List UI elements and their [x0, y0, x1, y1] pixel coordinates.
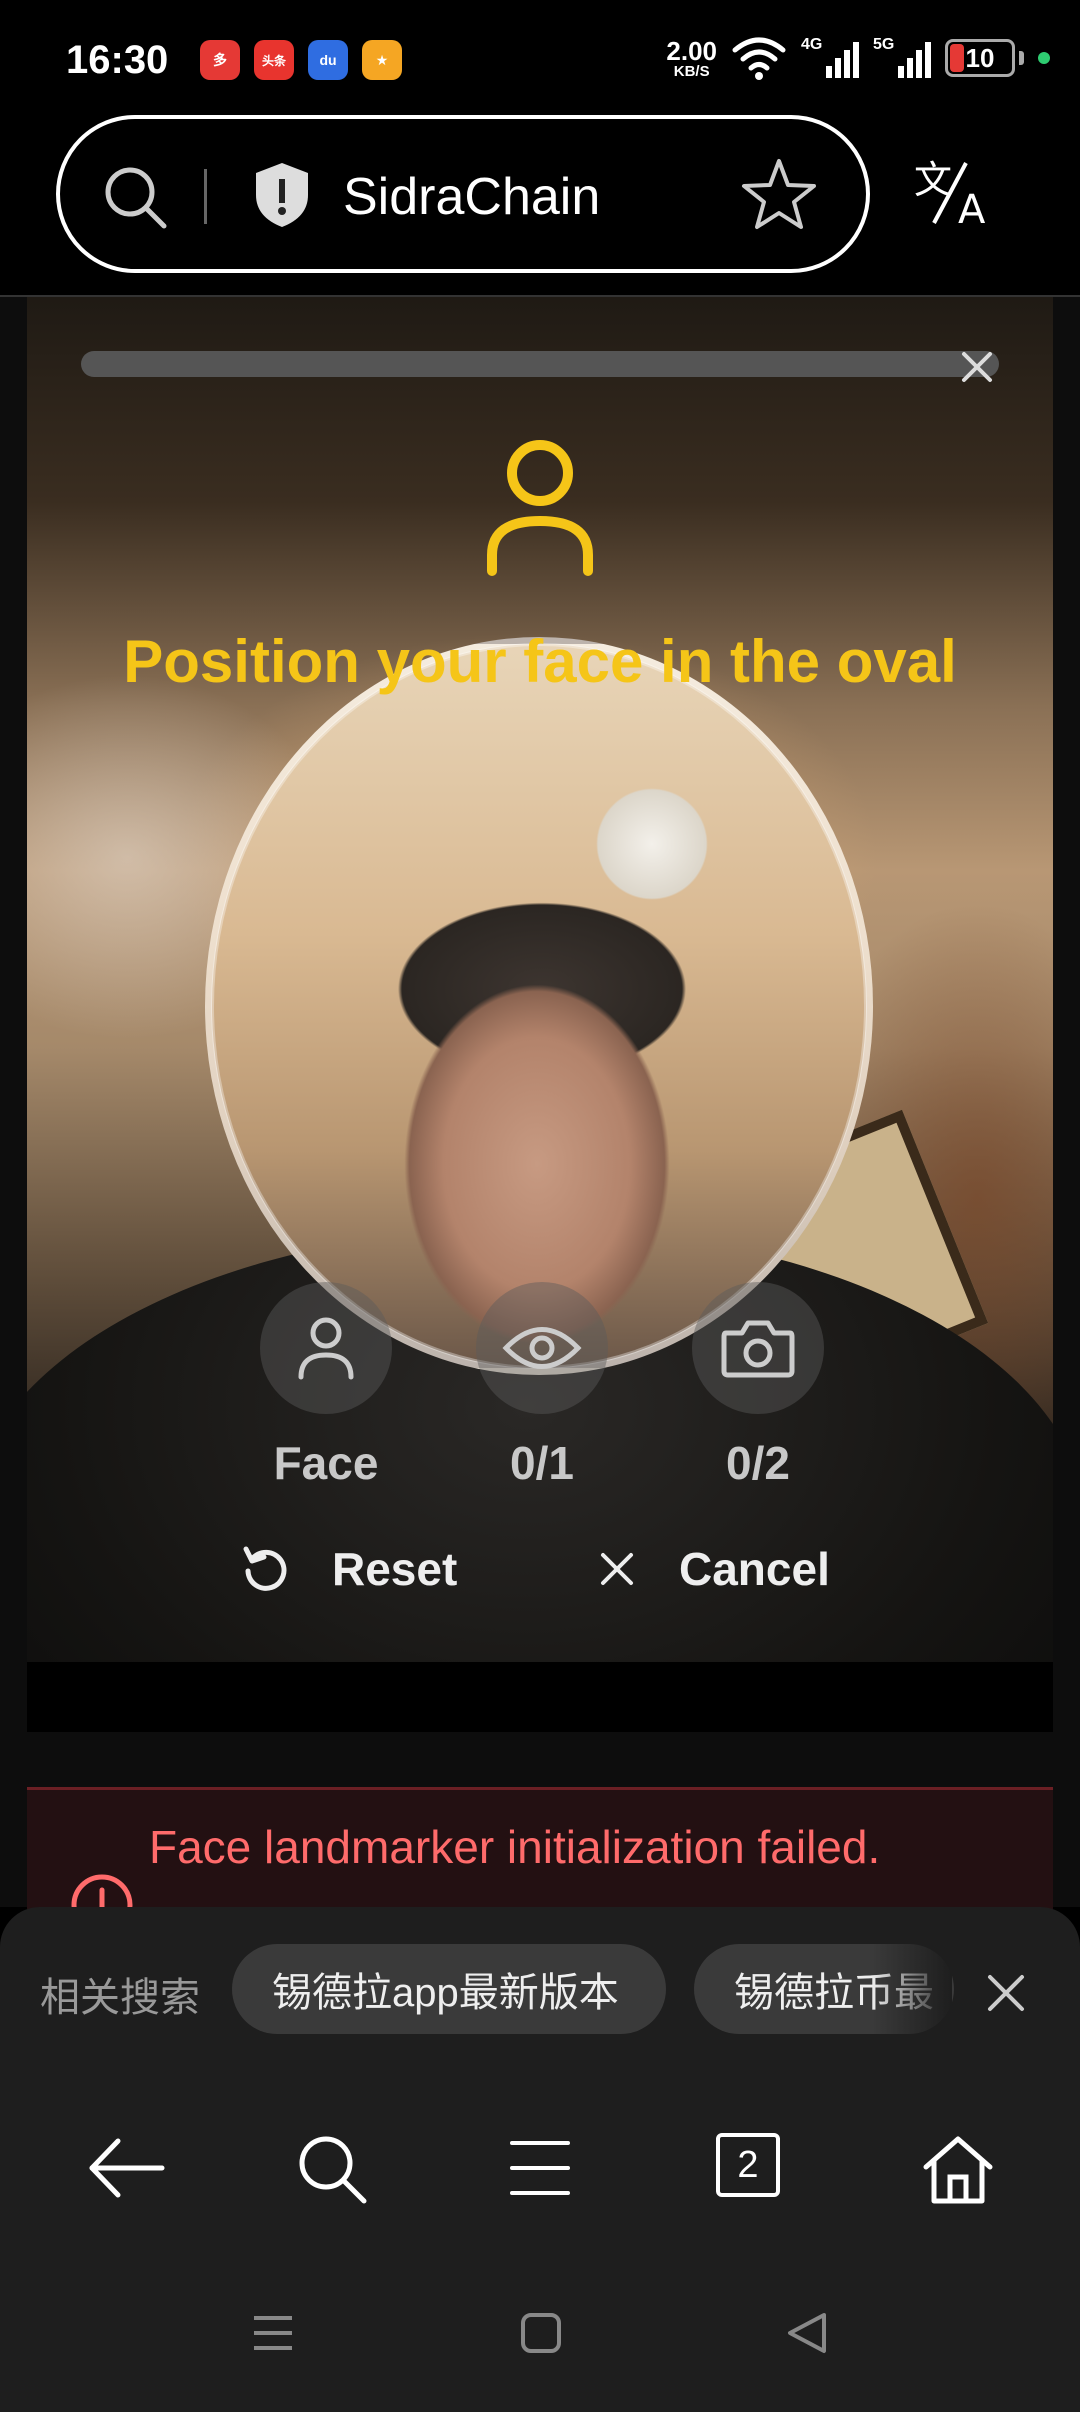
action-row: Reset Cancel	[27, 1542, 1053, 1622]
battery-nub	[1019, 51, 1024, 65]
privacy-dot	[1038, 52, 1050, 64]
home-button-icon[interactable]	[518, 2310, 564, 2356]
address-divider	[204, 169, 207, 224]
menu-icon[interactable]	[508, 2133, 572, 2203]
person-icon	[487, 440, 593, 576]
back-arrow-icon[interactable]	[86, 2133, 166, 2203]
status-bar: 16:30 多 头条 du ★ 2.00 KB/S 4G 5G 10	[0, 0, 1080, 115]
shield-icon[interactable]	[250, 159, 314, 231]
net-speed-value: 2.00	[666, 35, 717, 66]
signal-5g-icon: 5G	[873, 36, 931, 80]
status-right: 2.00 KB/S 4G 5G 10	[666, 36, 1050, 80]
url-title[interactable]: SidraChain	[343, 167, 600, 227]
chip-fade	[872, 1944, 952, 2034]
close-icon	[601, 1553, 633, 1585]
signal-4g-label: 4G	[801, 36, 823, 53]
cancel-label: Cancel	[679, 1543, 830, 1595]
search-icon[interactable]	[100, 162, 170, 232]
related-search-label: 相关搜索	[40, 1976, 200, 2020]
system-navigation-bar	[0, 2260, 1080, 2412]
translate-icon[interactable]: 文 A	[914, 157, 994, 229]
face-verification-modal: Position your face in the oval Face 0/1 …	[27, 297, 1053, 1732]
svg-text:文: 文	[914, 158, 952, 202]
page-content: Position your face in the oval Face 0/1 …	[0, 297, 1080, 1930]
wifi-icon	[732, 37, 786, 80]
recent-apps-icon[interactable]	[250, 2310, 296, 2356]
pinduoduo-icon: 多	[200, 40, 240, 80]
battery-level: 10	[965, 42, 995, 73]
signal-4g-icon: 4G	[801, 36, 859, 80]
notification-icons: 多 头条 du ★	[200, 40, 402, 80]
step-capture-label: 0/2	[726, 1437, 790, 1489]
search-icon[interactable]	[296, 2133, 370, 2207]
svg-text:A: A	[958, 187, 986, 229]
person-icon	[298, 1317, 354, 1380]
close-icon[interactable]	[982, 1969, 1030, 2017]
reset-label: Reset	[332, 1543, 458, 1595]
close-icon[interactable]	[952, 342, 1002, 392]
cancel-button[interactable]: Cancel	[595, 1542, 830, 1596]
browser-toolbar: SidraChain 文 A	[0, 115, 1080, 297]
back-triangle-icon[interactable]	[784, 2310, 830, 2356]
address-bar[interactable]: SidraChain	[56, 115, 870, 273]
instruction-text: Position your face in the oval	[123, 628, 957, 695]
step-blink-label: 0/1	[510, 1437, 574, 1489]
toutiao-icon: 头条	[254, 40, 294, 80]
battery-icon: 10	[945, 39, 1015, 77]
home-icon[interactable]	[920, 2133, 996, 2207]
star-icon[interactable]	[740, 155, 818, 233]
step-face: Face	[256, 1282, 396, 1490]
camera-icon	[721, 1320, 795, 1378]
signal-5g-label: 5G	[873, 36, 895, 53]
error-message: Face landmarker initialization failed.	[149, 1821, 881, 1873]
net-speed: 2.00 KB/S	[666, 38, 717, 79]
reset-button[interactable]: Reset	[240, 1542, 457, 1596]
bottom-navigation: 2	[0, 2075, 1080, 2260]
net-speed-unit: KB/S	[673, 62, 710, 80]
tabs-button[interactable]: 2	[716, 2133, 780, 2197]
game-icon: ★	[362, 40, 402, 80]
step-capture: 0/2	[688, 1282, 828, 1490]
related-search-bar: 相关搜索 锡德拉app最新版本 锡德拉币最	[0, 1907, 1080, 2077]
progress-bar	[81, 351, 999, 377]
step-blink: 0/1	[472, 1282, 612, 1490]
baidu-icon: du	[308, 40, 348, 80]
face-oval-guide	[211, 643, 867, 1369]
tab-count: 2	[737, 2143, 759, 2186]
verification-steps: Face 0/1 0/2	[27, 1282, 1053, 1489]
reset-icon	[243, 1546, 287, 1591]
status-time: 16:30	[66, 38, 169, 82]
related-search-chip[interactable]: 锡德拉app最新版本	[232, 1944, 666, 2034]
eye-icon	[502, 1327, 582, 1369]
step-face-label: Face	[273, 1437, 379, 1489]
